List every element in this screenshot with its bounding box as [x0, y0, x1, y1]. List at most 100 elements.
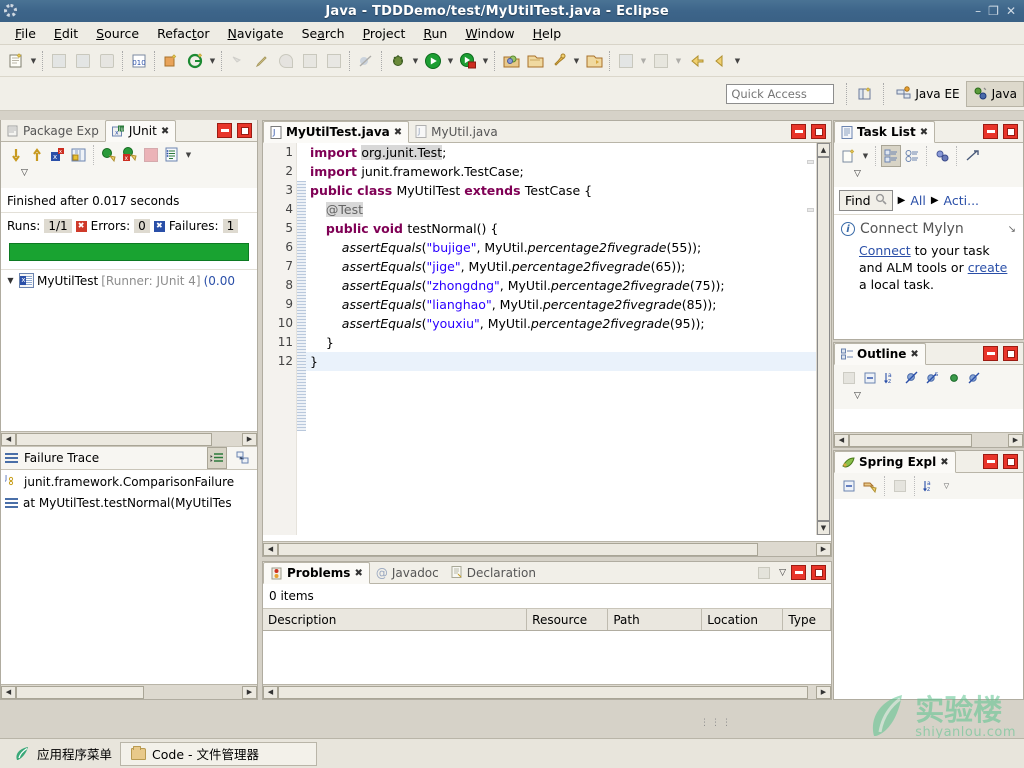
hide-non-public-icon[interactable] — [944, 367, 964, 389]
scroll-right-icon[interactable]: ▶ — [242, 432, 257, 446]
chevron-down-icon[interactable]: ▼ — [5, 276, 16, 285]
new-target-dropdown-icon[interactable]: ▼ — [207, 49, 218, 73]
sort-icon[interactable]: az — [881, 367, 901, 389]
taskbar-window-code[interactable]: Code - 文件管理器 — [120, 741, 318, 766]
stop-icon[interactable] — [141, 144, 161, 166]
minimize-view-button[interactable] — [983, 454, 998, 469]
problems-column-resource[interactable]: Resource — [527, 609, 609, 630]
close-icon[interactable]: ✖ — [940, 457, 948, 468]
new-target-icon[interactable] — [184, 49, 206, 73]
new-task-icon[interactable] — [839, 145, 859, 167]
new-bean-icon[interactable] — [548, 49, 570, 73]
menu-window[interactable]: Window — [456, 24, 523, 43]
task-filter-all[interactable]: All — [910, 193, 926, 208]
menu-refactor[interactable]: Refactor — [148, 24, 218, 43]
scroll-left-icon[interactable]: ◀ — [263, 685, 278, 699]
hide-fields-icon[interactable] — [902, 367, 922, 389]
toggle-breakpoint-icon[interactable]: 010 — [128, 49, 150, 73]
sort-icon[interactable]: az — [920, 475, 940, 497]
menu-help[interactable]: Help — [524, 24, 571, 43]
scroll-left-icon[interactable]: ◀ — [1, 432, 16, 446]
failure-trace-row[interactable]: at MyUtilTest.testNormal(MyUtilTes — [1, 493, 257, 513]
forward-yellow-icon[interactable] — [709, 49, 731, 73]
close-window-button[interactable]: ✕ — [1006, 5, 1016, 17]
close-icon[interactable]: ✖ — [161, 126, 169, 137]
minimize-view-button[interactable] — [791, 565, 806, 580]
open-type-icon[interactable] — [299, 49, 321, 73]
run-icon[interactable] — [422, 49, 444, 73]
scroll-lock-icon[interactable] — [69, 144, 89, 166]
maximize-view-button[interactable] — [1003, 346, 1018, 361]
profile-icon[interactable] — [615, 49, 637, 73]
scroll-right-icon[interactable]: ▶ — [816, 542, 831, 556]
minimize-view-button[interactable] — [217, 123, 232, 138]
show-failures-only-icon[interactable]: xx — [48, 144, 68, 166]
tab-package-explorer[interactable]: Package Exp — [1, 120, 105, 142]
bookmark-icon[interactable] — [650, 49, 672, 73]
tab-spring-explorer[interactable]: Spring Expl ✖ — [834, 451, 956, 473]
collapse-all-icon[interactable] — [839, 475, 859, 497]
code-line[interactable]: assertEquals("bujige", MyUtil.percentage… — [306, 238, 816, 257]
code-line[interactable]: public void testNormal() { — [306, 219, 816, 238]
failure-trace-hscrollbar[interactable]: ◀ ▶ — [1, 684, 257, 699]
search-icon[interactable] — [275, 49, 297, 73]
debug-icon[interactable] — [387, 49, 409, 73]
bookmark-dropdown-icon[interactable]: ▼ — [673, 49, 684, 73]
validate-icon[interactable] — [227, 49, 249, 73]
quick-access-input[interactable] — [726, 83, 835, 104]
open-task-icon[interactable] — [323, 49, 345, 73]
new-java-package-icon[interactable] — [160, 49, 182, 73]
close-icon[interactable]: ✖ — [910, 349, 918, 360]
menu-project[interactable]: Project — [354, 24, 415, 43]
failure-trace-row[interactable]: J junit.framework.ComparisonFailure — [1, 470, 257, 493]
maximize-view-button[interactable] — [811, 565, 826, 580]
scroll-up-icon[interactable]: ▲ — [817, 143, 830, 157]
scroll-left-icon[interactable]: ◀ — [834, 433, 849, 447]
test-run-history-icon[interactable] — [162, 144, 182, 166]
editor-vscrollbar[interactable]: ▲ ▼ — [816, 143, 831, 535]
editor-hscrollbar[interactable]: ◀ ▶ — [263, 541, 831, 556]
code-line[interactable]: import org.junit.Test; — [306, 143, 816, 162]
scroll-left-icon[interactable]: ◀ — [1, 685, 16, 699]
editor-text-area[interactable]: 1⊖ 2 3 4⊖ 5 6 7 8 9 10 11 12 import org.junit.Test;… — [263, 143, 831, 535]
focus-on-active-task-icon[interactable] — [839, 367, 859, 389]
minimize-view-button[interactable] — [983, 124, 998, 139]
compare-result-icon[interactable] — [233, 447, 253, 469]
junit-history-dropdown-icon[interactable]: ▼ — [183, 143, 194, 167]
code-line[interactable]: assertEquals("youxiu", MyUtil.percentage… — [306, 314, 816, 333]
application-menu-button[interactable]: 应用程序菜单 — [6, 744, 120, 763]
code-line[interactable]: public class MyUtilTest extends TestCase… — [306, 181, 816, 200]
minimize-window-button[interactable]: – — [975, 5, 981, 17]
scroll-right-icon[interactable]: ▶ — [242, 685, 257, 699]
link-with-editor-icon[interactable] — [962, 145, 982, 167]
connect-link[interactable]: Connect — [859, 243, 911, 258]
menu-run[interactable]: Run — [414, 24, 456, 43]
categorized-presentation-icon[interactable] — [881, 145, 901, 167]
scheduled-presentation-icon[interactable] — [902, 145, 922, 167]
maximize-view-button[interactable] — [1003, 124, 1018, 139]
tab-declaration[interactable]: Declaration — [444, 562, 542, 584]
menu-navigate[interactable]: Navigate — [219, 24, 293, 43]
collapse-all-icon[interactable] — [860, 367, 880, 389]
menu-source[interactable]: Source — [87, 24, 148, 43]
new-task-dropdown-icon[interactable]: ▼ — [860, 144, 871, 168]
new-wizard-icon[interactable] — [5, 49, 27, 73]
menu-edit[interactable]: Edit — [45, 24, 87, 43]
hide-static-icon[interactable]: S — [923, 367, 943, 389]
filters-icon[interactable] — [890, 475, 910, 497]
sash-handle[interactable]: ⋮⋮⋮ — [700, 718, 733, 728]
previous-failure-icon[interactable] — [27, 144, 47, 166]
rerun-test-icon[interactable] — [99, 144, 119, 166]
view-menu-icon[interactable]: ▽ — [21, 168, 28, 178]
scroll-left-icon[interactable]: ◀ — [263, 542, 278, 556]
outline-hscrollbar[interactable]: ◀ ▶ — [834, 432, 1023, 447]
view-menu-icon[interactable]: ▽ — [779, 568, 786, 578]
focus-on-workweek-icon[interactable] — [932, 145, 952, 167]
problems-column-path[interactable]: Path — [608, 609, 703, 630]
tab-javadoc[interactable]: @ Javadoc — [369, 562, 445, 584]
tab-myutil-java[interactable]: J MyUtil.java — [409, 121, 504, 143]
run-dropdown-icon[interactable]: ▼ — [445, 49, 456, 73]
print-icon[interactable] — [96, 49, 118, 73]
close-icon[interactable]: ✖ — [920, 127, 928, 138]
link-with-editor-icon[interactable]: ↘ — [1008, 224, 1016, 235]
